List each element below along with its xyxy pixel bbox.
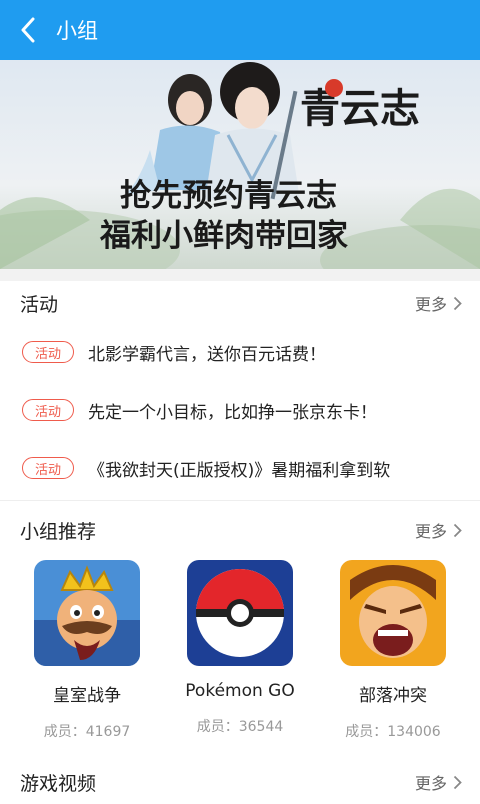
- top-bar: 小组: [0, 0, 480, 60]
- group-card-pokemon-go[interactable]: Pokémon GO 成员：36544: [165, 560, 315, 736]
- activity-item[interactable]: 活动 《我欲封天(正版授权)》暑期福利拿到软: [0, 448, 480, 488]
- group-members: 成员：36544: [196, 719, 284, 735]
- videos-title: 游戏视频: [20, 772, 97, 795]
- videos-header: 游戏视频 更多: [0, 760, 480, 804]
- activity-tag: 活动: [22, 457, 74, 479]
- group-list: 皇室战争 成员：41697 Pokémon GO 成员：36544 部落冲突 成…: [0, 560, 480, 750]
- banner-headline-1: 抢先预约青云志: [120, 178, 337, 214]
- activity-text: 北影学霸代言，送你百元话费！: [88, 344, 326, 365]
- activity-tag: 活动: [22, 341, 74, 363]
- activity-item[interactable]: 活动 北影学霸代言，送你百元话费！: [0, 332, 480, 372]
- promo-banner[interactable]: 青云志 抢先预约青云志 福利小鲜肉带回家: [0, 60, 480, 269]
- chevron-right-icon: [453, 775, 462, 789]
- chevron-right-icon: [453, 296, 462, 310]
- group-name: 皇室战争: [53, 686, 121, 706]
- back-button[interactable]: [0, 0, 56, 60]
- activities-title: 活动: [20, 293, 59, 316]
- activity-text: 先定一个小目标，比如挣一张京东卡！: [88, 402, 377, 423]
- section-gap: [0, 269, 480, 281]
- group-card-clash-royale[interactable]: 皇室战争 成员：41697: [12, 560, 162, 741]
- group-name: 部落冲突: [359, 686, 427, 706]
- back-arrow-icon: [21, 17, 35, 43]
- clash-royale-icon: [34, 560, 140, 666]
- activity-item[interactable]: 活动 先定一个小目标，比如挣一张京东卡！: [0, 390, 480, 430]
- group-name: Pokémon GO: [185, 681, 295, 701]
- more-label: 更多: [414, 774, 447, 793]
- group-members: 成员：41697: [43, 724, 131, 740]
- videos-more-button[interactable]: 更多: [415, 770, 462, 794]
- pokeball-icon: [187, 560, 293, 666]
- groups-title: 小组推荐: [20, 520, 97, 543]
- chevron-right-icon: [453, 523, 462, 537]
- groups-header: 小组推荐 更多: [0, 508, 480, 552]
- group-card-clash-of-clans[interactable]: 部落冲突 成员：134006: [318, 560, 468, 741]
- page-title: 小组: [56, 19, 98, 43]
- banner-logo: 青云志: [300, 85, 420, 132]
- activities-more-button[interactable]: 更多: [415, 291, 462, 315]
- activity-text: 《我欲封天(正版授权)》暑期福利拿到软: [88, 460, 391, 481]
- activities-header: 活动 更多: [0, 281, 480, 325]
- banner-headline-2: 福利小鲜肉带回家: [99, 218, 348, 254]
- groups-more-button[interactable]: 更多: [415, 518, 462, 542]
- clash-of-clans-icon: [340, 560, 446, 666]
- more-label: 更多: [414, 295, 447, 314]
- divider: [0, 500, 480, 501]
- banner-image: 青云志 抢先预约青云志 福利小鲜肉带回家: [0, 60, 480, 269]
- more-label: 更多: [414, 522, 447, 541]
- activity-tag: 活动: [22, 399, 74, 421]
- group-members: 成员：134006: [345, 724, 441, 740]
